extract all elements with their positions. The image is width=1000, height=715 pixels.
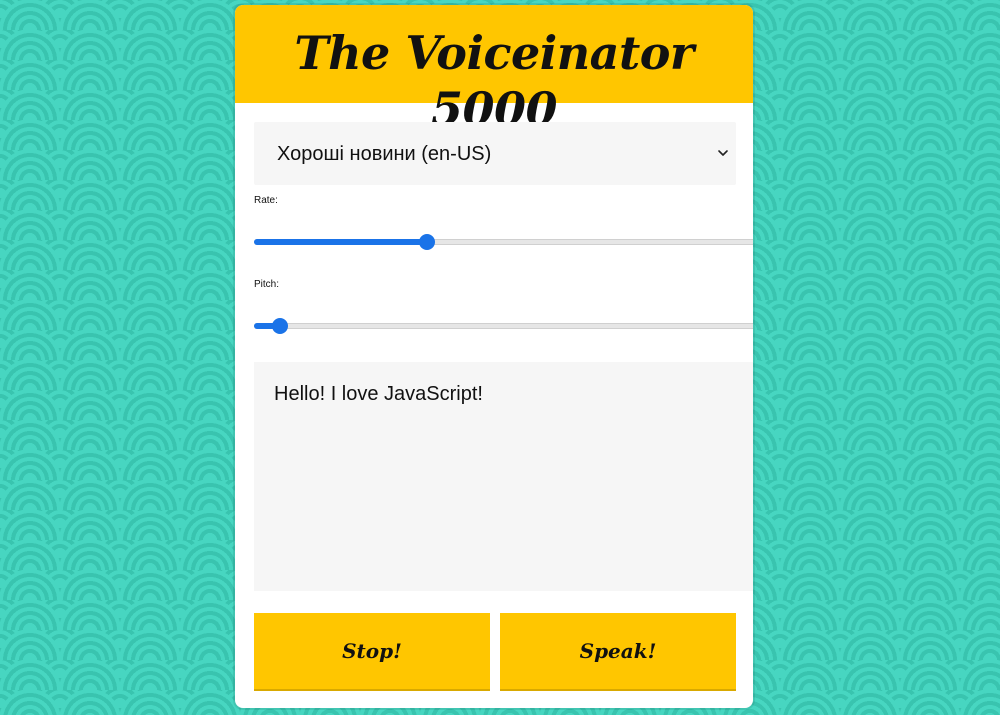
stop-button-label: Stop!: [342, 639, 402, 663]
rate-slider-fill: [254, 239, 427, 245]
stop-button[interactable]: Stop!: [254, 613, 490, 689]
app-title: The Voiceinator 5000: [294, 26, 694, 136]
speech-text-area[interactable]: Hello! I love JavaScript!: [254, 362, 753, 591]
chevron-down-icon: [718, 150, 728, 156]
pitch-label: Pitch:: [254, 279, 280, 290]
voice-select[interactable]: Хороші новини (en-US): [254, 122, 736, 185]
voice-select-value: Хороші новини (en-US): [277, 143, 492, 165]
voiceinator-panel: The Voiceinator 5000 Хороші новини (en-U…: [235, 5, 753, 708]
rate-label: Rate:: [254, 195, 278, 206]
pitch-slider-thumb[interactable]: [272, 318, 288, 334]
rate-slider-thumb[interactable]: [419, 234, 435, 250]
pitch-slider[interactable]: [254, 316, 753, 336]
pitch-slider-track: [254, 323, 753, 329]
title-bar: The Voiceinator 5000: [235, 5, 753, 136]
rate-slider[interactable]: [254, 232, 753, 252]
speak-button[interactable]: Speak!: [500, 613, 736, 689]
speak-button-label: Speak!: [579, 639, 657, 663]
